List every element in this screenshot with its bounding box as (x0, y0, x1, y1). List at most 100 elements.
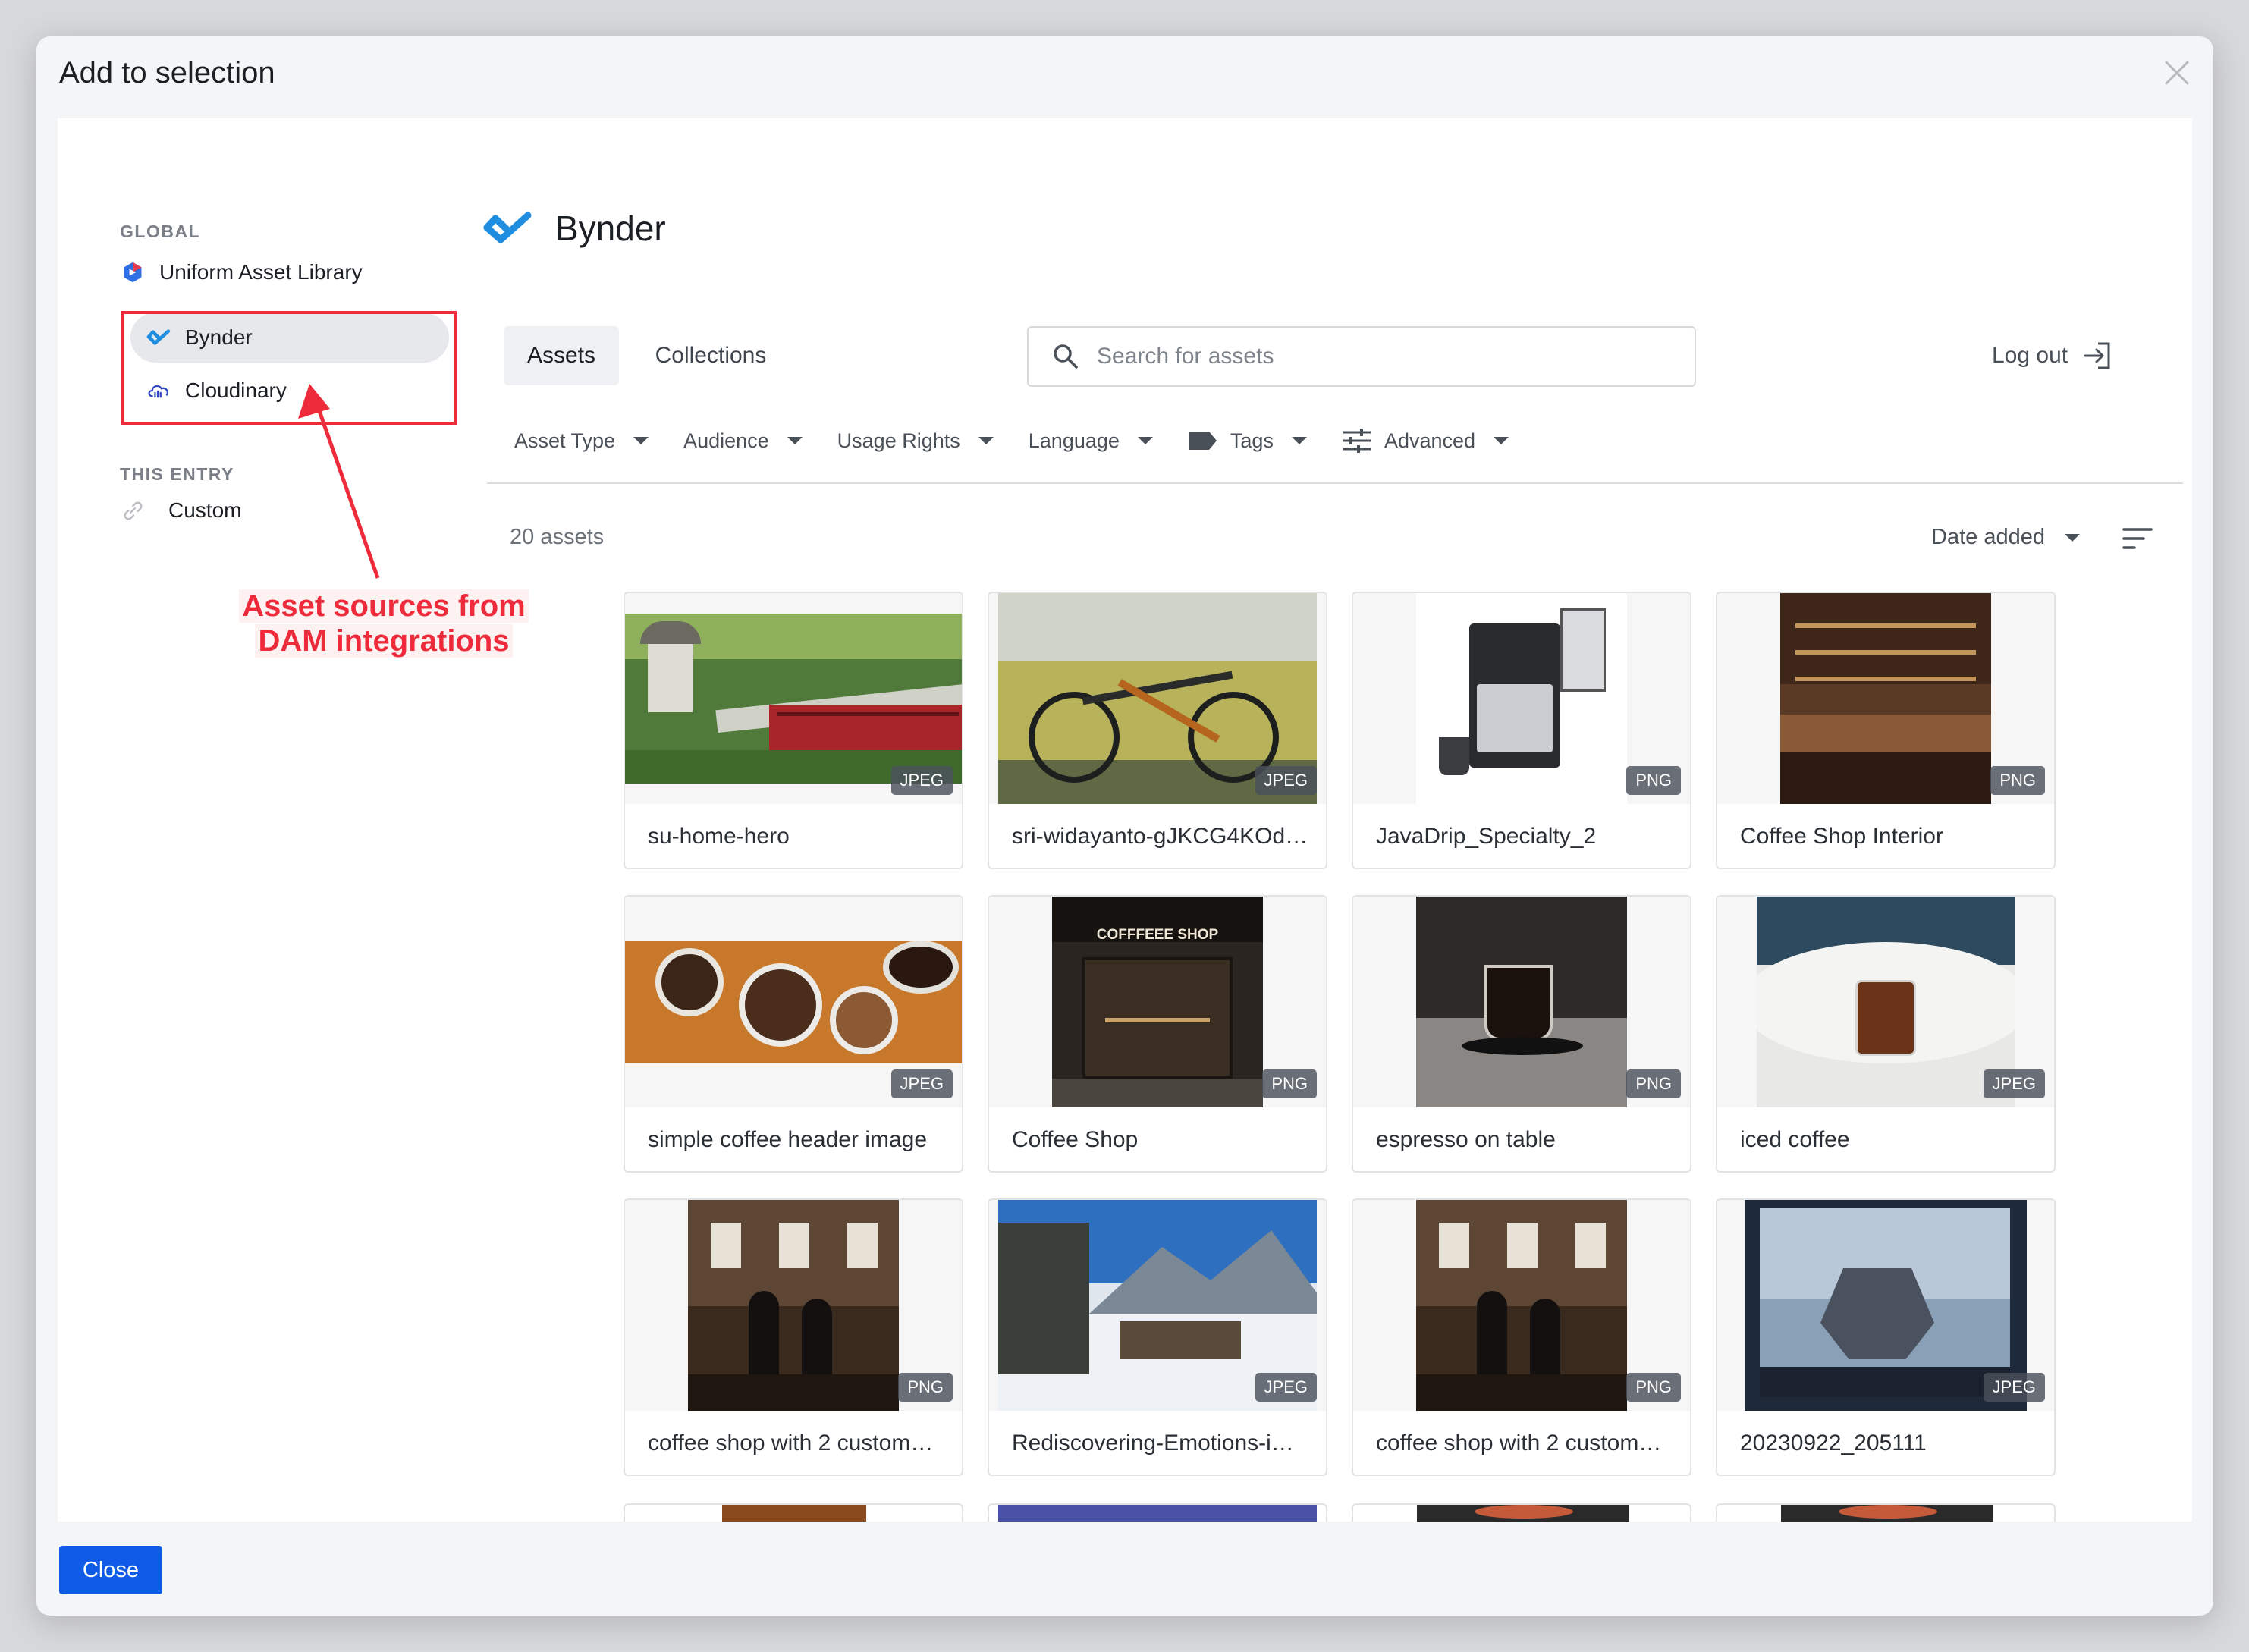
asset-card[interactable]: PNG Coffee Shop Interior (1716, 592, 2056, 869)
file-type-badge: JPEG (1983, 1373, 2045, 1402)
asset-title: JavaDrip_Specialty_2 (1376, 824, 1597, 849)
add-to-selection-modal: Add to selection GLOBAL Uniform Asset Li… (36, 36, 2213, 1616)
tab-collections[interactable]: Collections (639, 326, 783, 385)
filter-label: Asset Type (514, 429, 616, 452)
asset-thumbnail: JPEG (1717, 1200, 2054, 1411)
uniform-logo-icon (120, 259, 146, 285)
sort-order-icon[interactable] (2122, 525, 2153, 552)
chevron-down-icon (633, 437, 649, 444)
chevron-down-icon (2064, 533, 2080, 542)
file-type-badge: PNG (1262, 1069, 1317, 1098)
asset-title: coffee shop with 2 custom… (1376, 1431, 1662, 1456)
annotation-line-1: Asset sources from (239, 589, 529, 623)
sort-label: Date added (1931, 525, 2045, 549)
asset-title: espresso on table (1376, 1127, 1556, 1152)
asset-thumbnail: JPEG (625, 897, 962, 1107)
sort-dropdown[interactable]: Date added (1931, 525, 2080, 550)
logout-icon (2084, 342, 2110, 369)
file-type-badge: JPEG (1255, 1373, 1317, 1402)
sidebar-heading-this-entry: THIS ENTRY (120, 464, 234, 484)
chevron-down-icon (1494, 437, 1509, 444)
asset-image (1416, 1200, 1627, 1411)
search-icon (1054, 344, 1078, 369)
annotation-label: Asset sources from DAM integrations (232, 589, 536, 658)
asset-image (1416, 593, 1627, 804)
annotation-line-2: DAM integrations (255, 624, 513, 658)
asset-thumbnail: JPEG (1717, 897, 2054, 1107)
dialog-body: GLOBAL Uniform Asset Library Bynder Clou… (58, 118, 2192, 1522)
filter-asset-type[interactable]: Asset Type (514, 429, 649, 453)
chevron-down-icon (1291, 437, 1307, 444)
asset-image (625, 614, 962, 784)
asset-card[interactable]: PNG JavaDrip_Specialty_2 (1352, 592, 1691, 869)
asset-thumbnail: PNG (1717, 593, 2054, 804)
asset-image: COFFFEEE SHOP (1052, 897, 1263, 1107)
asset-title: Coffee Shop Interior (1740, 824, 1943, 849)
source-title: Bynder (555, 209, 666, 248)
asset-image (1416, 897, 1627, 1107)
asset-title: coffee shop with 2 custom… (648, 1431, 934, 1456)
chevron-down-icon (1137, 437, 1153, 444)
asset-count: 20 assets (510, 525, 605, 549)
asset-title: sri-widayanto-gJKCG4KOd… (1012, 824, 1308, 849)
file-type-badge: JPEG (1255, 766, 1317, 795)
filter-label: Advanced (1384, 429, 1476, 452)
filter-audience[interactable]: Audience (683, 429, 803, 453)
asset-card[interactable]: PNG coffee shop with 2 custom… (1352, 1198, 1691, 1476)
asset-card[interactable]: JPEG su-home-hero (624, 592, 963, 869)
close-button[interactable]: Close (59, 1546, 162, 1594)
file-type-badge: JPEG (1983, 1069, 2045, 1098)
filter-label: Usage Rights (837, 429, 960, 452)
filter-bar: Asset Type Audience Usage Rights Languag… (514, 428, 1544, 454)
close-icon[interactable] (2162, 58, 2192, 88)
asset-card[interactable]: JPEG simple coffee header image (624, 895, 963, 1173)
asset-card[interactable]: JPEG sri-widayanto-gJKCG4KOd… (988, 592, 1327, 869)
asset-card[interactable]: JPEG Rediscovering-Emotions-i… (988, 1198, 1327, 1476)
asset-thumbnail: PNG (1353, 593, 1690, 804)
file-type-badge: PNG (1626, 1069, 1681, 1098)
bynder-brand-logo-icon (483, 212, 532, 243)
asset-card[interactable]: JPEG 20230922_205111 (1716, 1198, 2056, 1476)
file-type-badge: PNG (1990, 766, 2045, 795)
search-input[interactable] (1097, 344, 1673, 369)
asset-image (625, 941, 962, 1063)
asset-image (688, 1200, 899, 1411)
asset-thumbnail: PNG (625, 1200, 962, 1411)
filter-language[interactable]: Language (1029, 429, 1153, 453)
asset-title: su-home-hero (648, 824, 790, 849)
filter-usage-rights[interactable]: Usage Rights (837, 429, 994, 453)
asset-card[interactable]: PNG coffee shop with 2 custom… (624, 1198, 963, 1476)
chevron-down-icon (787, 437, 803, 444)
asset-title: Rediscovering-Emotions-i… (1012, 1431, 1294, 1456)
asset-card[interactable] (624, 1503, 963, 1522)
filter-label: Audience (683, 429, 769, 452)
asset-thumbnail: JPEG (989, 593, 1326, 804)
tab-assets[interactable]: Assets (504, 326, 619, 385)
link-icon (120, 498, 146, 523)
asset-card[interactable]: PNG espresso on table (1352, 895, 1691, 1173)
search-box[interactable] (1027, 326, 1696, 387)
annotation-highlight-box (121, 311, 457, 425)
asset-thumbnail: PNG (1353, 1200, 1690, 1411)
file-type-badge: PNG (1626, 1373, 1681, 1402)
asset-thumbnail: JPEG (625, 593, 962, 804)
sidebar-item-label: Custom (168, 498, 242, 522)
sidebar-item-custom[interactable]: Custom (120, 485, 438, 535)
asset-card[interactable]: JPEG iced coffee (1716, 895, 2056, 1173)
logout-button[interactable]: Log out (1992, 340, 2113, 372)
asset-grid: JPEG su-home-hero JPEG sri-widayanto-gJK… (624, 592, 2065, 1476)
filter-tags[interactable]: Tags (1188, 428, 1307, 454)
sliders-icon (1342, 428, 1372, 454)
filter-advanced[interactable]: Advanced (1342, 428, 1509, 454)
asset-card[interactable]: COFFFEEE SHOP PNG Coffee Shop (988, 895, 1327, 1173)
asset-card[interactable] (1716, 1503, 2056, 1522)
file-type-badge: JPEG (890, 1069, 953, 1098)
asset-card[interactable] (988, 1503, 1327, 1522)
sidebar-item-uniform-asset-library[interactable]: Uniform Asset Library (120, 247, 438, 297)
chevron-down-icon (978, 437, 994, 444)
asset-card[interactable] (1352, 1503, 1691, 1522)
bynder-header: Bynder (482, 208, 666, 249)
divider (487, 482, 2183, 484)
asset-title: simple coffee header image (648, 1127, 927, 1152)
asset-image (1780, 593, 1991, 804)
